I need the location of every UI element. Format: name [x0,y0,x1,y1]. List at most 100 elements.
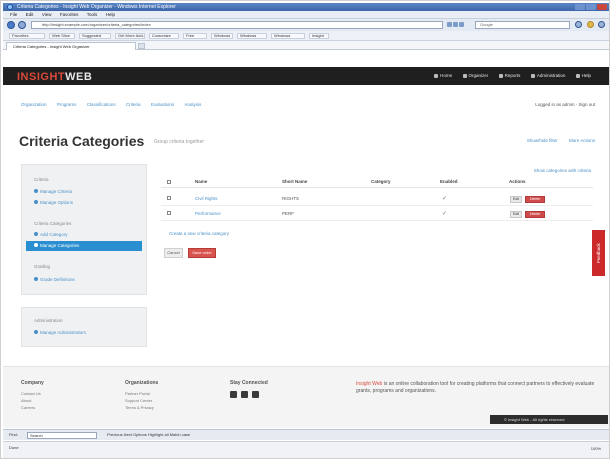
breadcrumb: Organization Programs Classifications Cr… [21,102,210,108]
search-icon[interactable] [575,21,582,28]
menu-edit[interactable]: Edit [26,11,34,19]
ie-icon [7,4,13,10]
favorite-link[interactable]: Get More Add-ons [115,33,145,39]
favorite-link[interactable]: Insight [309,33,329,39]
column-header-enabled[interactable]: Enabled [440,177,458,187]
compat-view-icon[interactable] [447,22,452,27]
sidebar-item-manage-options[interactable]: Manage Options [34,200,73,205]
show-hide-filter-link[interactable]: Show/hide filter [527,138,558,143]
breadcrumb-item[interactable]: Criteria [126,102,141,107]
facebook-icon[interactable] [230,391,237,398]
favorite-link[interactable]: Windows Marketplace [271,33,305,39]
breadcrumb-item[interactable]: Programs [57,102,77,107]
address-input[interactable]: http://insight.example.com/organizer/cri… [31,21,443,29]
sidebar-item-manage-criteria[interactable]: Manage Criteria [34,189,72,194]
breadcrumb-item[interactable]: Organization [21,102,47,107]
tools-icon[interactable] [598,21,605,28]
nav-help[interactable]: Help [576,73,591,78]
site-footer: Company Contact Us About Careers Organiz… [3,366,609,428]
twitter-icon[interactable] [241,391,248,398]
favorite-link[interactable]: Windows Media [237,33,267,39]
delete-button[interactable]: Delete [525,196,545,203]
footer-link[interactable]: Careers [21,405,44,410]
social-icons [230,391,268,400]
footer-link[interactable]: About [21,398,44,403]
favorites-button[interactable]: Favorites [9,33,45,39]
find-input[interactable]: Search [27,432,97,439]
footer-column-social: Stay Connected [230,380,268,400]
find-options[interactable]: Previous Next Options Highlight all Matc… [107,432,190,437]
select-all-checkbox[interactable] [167,180,171,184]
menu-view[interactable]: View [42,11,52,19]
footer-link[interactable]: Contact Us [21,391,44,396]
linkedin-icon[interactable] [252,391,259,398]
edit-button[interactable]: Edit [510,196,522,203]
more-actions-link[interactable]: More Actions [569,138,595,143]
breadcrumb-item[interactable]: Classifications [87,102,116,107]
footer-link[interactable]: Terms & Privacy [125,405,158,410]
favorite-link[interactable]: Web Slice Gallery [49,33,75,39]
menu-file[interactable]: File [10,11,17,19]
sidebar-item-add-category[interactable]: Add Category [34,232,68,237]
refresh-icon[interactable] [453,22,458,27]
column-header-actions: Actions [509,179,526,184]
window-titlebar: Criteria Categories - Insight Web Organi… [3,3,609,11]
menu-favorites[interactable]: Favorites [60,11,79,19]
sidebar-section-title: Administration [34,318,63,323]
sidebar-item-manage-administrators[interactable]: Manage Administrators [34,330,86,335]
favorite-link[interactable]: Windows [211,33,233,39]
column-header-name[interactable]: Name [195,177,207,187]
maximize-icon[interactable] [586,4,596,10]
user-status[interactable]: Logged in as admin · Sign out [535,102,595,107]
favorite-link[interactable]: Suggested Sites [79,33,111,39]
delete-button[interactable]: Delete [525,211,545,218]
nav-home[interactable]: Home [434,73,452,78]
tab-criteria-categories[interactable]: Criteria Categories - Insight Web Organi… [6,42,136,50]
search-input[interactable]: Google [475,21,570,29]
favorite-link[interactable]: Customize Links [149,33,179,39]
zoom-level[interactable]: 100% [591,446,601,451]
nav-reports[interactable]: Reports [499,73,521,78]
menu-tools[interactable]: Tools [87,11,98,19]
footer-heading: Company [21,380,44,386]
back-icon[interactable] [7,21,15,29]
menu-help[interactable]: Help [106,11,115,19]
footer-blurb-text: is an online collaboration tool for crea… [356,381,595,394]
minimize-icon[interactable] [575,4,585,10]
footer-link[interactable]: Support Center [125,398,158,403]
header-nav: Home Organizer Reports Administration He… [425,73,591,79]
add-category-link[interactable]: Create a new criteria category [169,231,229,236]
site-logo[interactable]: INSIGHTWEB [17,71,92,83]
row-checkbox[interactable] [167,211,171,215]
stop-icon[interactable] [459,22,464,27]
category-short-name: RIGHTS [282,196,300,201]
column-header-category[interactable]: Category [371,177,391,187]
show-categories-link[interactable]: Show categories with criteria [534,168,591,173]
forward-icon[interactable] [18,21,26,29]
new-tab-button[interactable] [138,43,145,49]
edit-button[interactable]: Edit [510,211,522,218]
nav-administration[interactable]: Administration [531,73,566,78]
sidebar-item-grade-definitions[interactable]: Grade Definitions [34,277,75,282]
column-header-short-name[interactable]: Short Name [282,177,307,187]
tab-strip: Criteria Categories - Insight Web Organi… [3,41,609,50]
save-order-button[interactable]: Save order [188,248,216,258]
find-bar: Find: Search Previous Next Options Highl… [3,429,609,440]
feedback-tab[interactable]: Feedback [592,230,605,276]
cancel-button[interactable]: Cancel [164,248,183,258]
enabled-check-icon: ✓ [442,196,448,202]
sidebar-item-manage-categories[interactable]: Manage Categories [26,241,142,251]
category-name-link[interactable]: Civil Rights [195,194,218,204]
footer-link[interactable]: Partner Portal [125,391,158,396]
row-checkbox[interactable] [167,196,171,200]
footer-column-company: Company Contact Us About Careers [21,380,44,412]
favorite-link[interactable]: Free Hotmail [183,33,207,39]
category-name-link[interactable]: Performance [195,209,221,219]
breadcrumb-item[interactable]: Evaluations [151,102,174,107]
table-row: Civil Rights RIGHTS ✓ Edit Delete [161,192,593,206]
favorites-star-icon[interactable] [587,21,594,28]
breadcrumb-item[interactable]: Analysis [185,102,202,107]
nav-organizer[interactable]: Organizer [463,73,489,78]
close-icon[interactable] [597,4,607,10]
site-header: INSIGHTWEB Home Organizer Reports Admini… [3,67,609,85]
